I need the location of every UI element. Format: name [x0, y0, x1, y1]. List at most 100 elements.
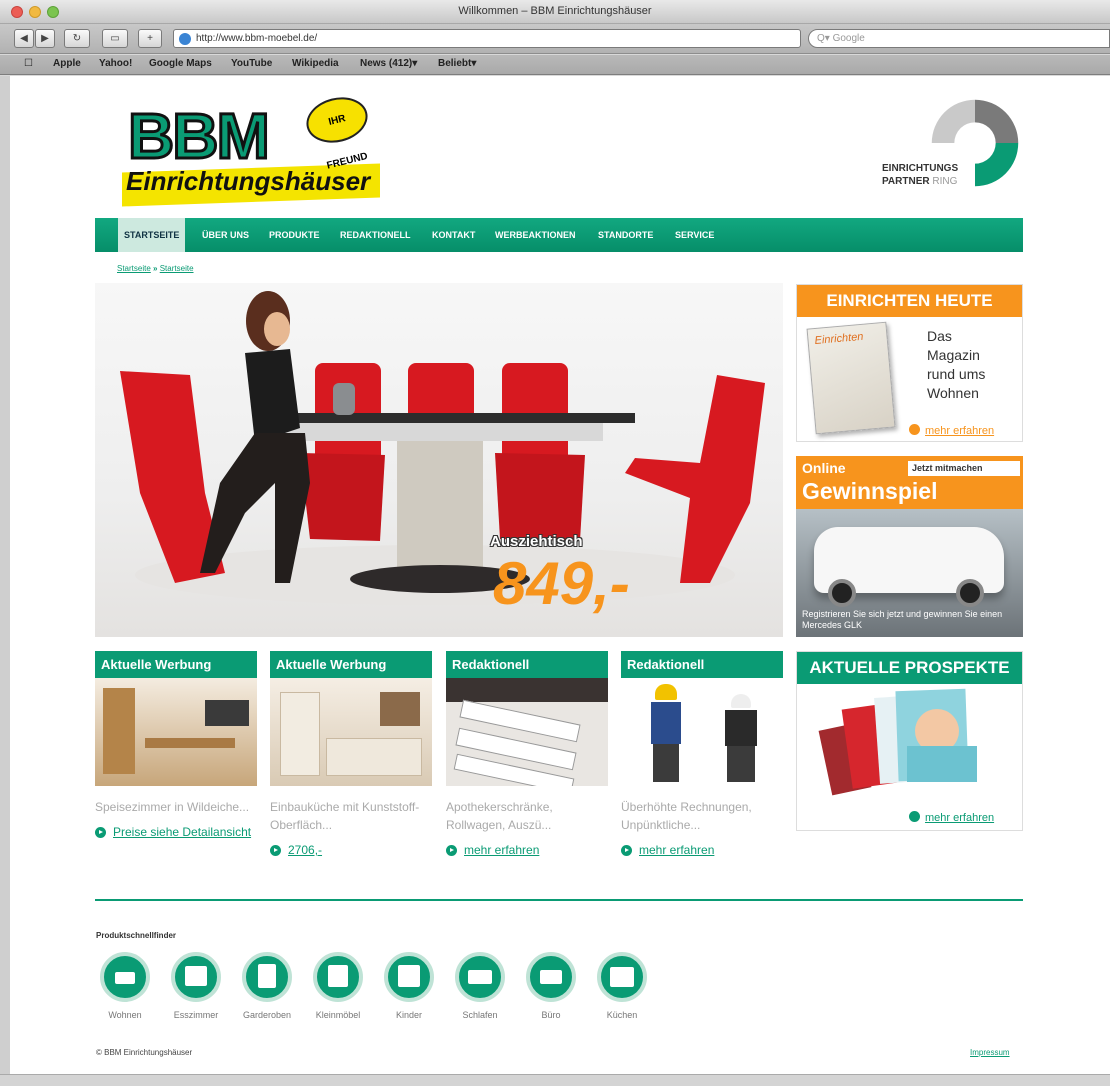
logo-subtitle: Einrichtungshäuser: [126, 166, 371, 196]
nav-startseite[interactable]: STARTSEITE: [118, 218, 186, 252]
teaser-link[interactable]: Preise siehe Detailansicht: [95, 824, 257, 841]
nav-standorte[interactable]: STANDORTE: [592, 218, 659, 252]
nav-service[interactable]: SERVICE: [669, 218, 720, 252]
teaser-link[interactable]: 2706,-: [270, 842, 432, 859]
bookmark-apple[interactable]: Apple: [53, 58, 81, 69]
teaser-card[interactable]: Aktuelle Werbung Speisezimmer in Wildeic…: [95, 651, 257, 841]
main-nav: STARTSEITE ÜBER UNS PRODUKTE REDAKTIONEL…: [95, 218, 1023, 252]
window-edge: [0, 76, 10, 1074]
product-finder-garderoben[interactable]: Garderoben: [237, 952, 297, 1020]
nav-produkte[interactable]: PRODUKTE: [263, 218, 326, 252]
hero-price: 849,-: [493, 550, 630, 617]
dining-table-icon: [171, 952, 221, 1002]
window-title: Willkommen – BBM Einrichtungshäuser: [458, 5, 652, 17]
gewinnspiel-banner[interactable]: Online Jetzt mitmachen Gewinnspiel Regis…: [796, 456, 1023, 637]
add-bookmark-button[interactable]: +: [138, 29, 162, 48]
partner-text: EINRICHTUNGS PARTNER RING: [882, 162, 958, 188]
arrow-circle-icon: [446, 845, 457, 856]
sofa-icon: [100, 952, 150, 1002]
einrichtungspartnerring-logo[interactable]: EINRICHTUNGS PARTNER RING: [880, 96, 1026, 194]
gewinnspiel-online: Online: [802, 460, 846, 476]
drawers-image: [446, 678, 608, 786]
nav-kontakt[interactable]: KONTAKT: [426, 218, 481, 252]
reload-button[interactable]: ↻: [64, 29, 90, 48]
teaser-desc: Überhöhte Rechnungen, Unpünktliche...: [621, 800, 752, 832]
kitchen-icon: [597, 952, 647, 1002]
teaser-link-label: 2706,-: [288, 843, 323, 857]
product-finder-kleinmoebel[interactable]: Kleinmöbel: [308, 952, 368, 1020]
screen-icon[interactable]: ▭: [102, 29, 128, 48]
bookmark-google-maps[interactable]: Google Maps: [149, 58, 212, 69]
aktuelle-prospekte-box[interactable]: AKTUELLE PROSPEKTE mehr erfahren: [796, 651, 1023, 831]
product-finder-kinder[interactable]: Kinder: [379, 952, 439, 1020]
teaser-link[interactable]: mehr erfahren: [446, 842, 608, 859]
prospekte-more-label: mehr erfahren: [925, 812, 995, 824]
teaser-desc: Speisezimmer in Wildeiche...: [95, 800, 250, 814]
teaser-head: Redaktionell: [446, 651, 608, 678]
prospekte-brochures-image: [818, 688, 977, 796]
teaser-link-label: mehr erfahren: [464, 843, 540, 857]
arrow-circle-icon: [909, 424, 920, 435]
wardrobe-icon: [242, 952, 292, 1002]
einrichten-heute-box[interactable]: EINRICHTEN HEUTE Einrichten Das Magazin …: [796, 284, 1023, 442]
product-finder-buero[interactable]: Büro: [521, 952, 581, 1020]
jetzt-mitmachen-badge[interactable]: Jetzt mitmachen: [908, 461, 1020, 476]
teaser-link[interactable]: mehr erfahren: [621, 842, 783, 859]
product-finder-wohnen[interactable]: Wohnen: [95, 952, 155, 1020]
einrichten-heute-title: EINRICHTEN HEUTE: [797, 285, 1022, 317]
reading-list-icon[interactable]: ☐: [24, 58, 33, 69]
logo-main-text: BBM: [127, 100, 272, 172]
breadcrumb-separator: »: [153, 264, 158, 273]
product-finder-label: Esszimmer: [173, 1010, 219, 1020]
section-divider: [95, 899, 1023, 901]
mercedes-car-image: Registrieren Sie sich jetzt und gewinnen…: [796, 509, 1023, 637]
smiley-badge-icon: IHR FREUND: [301, 91, 373, 172]
einrichten-more-link[interactable]: mehr erfahren: [909, 421, 994, 439]
teaser-card[interactable]: Redaktionell Apothekerschränke, Rollwage…: [446, 651, 608, 859]
partner-line-2: PARTNER: [882, 176, 930, 187]
prospekte-more-link[interactable]: mehr erfahren: [909, 808, 994, 826]
einrichten-more-label: mehr erfahren: [925, 425, 995, 437]
nav-redaktionell[interactable]: REDAKTIONELL: [334, 218, 417, 252]
nav-werbeaktionen[interactable]: WERBEAKTIONEN: [489, 218, 582, 252]
partner-ring-word: RING: [932, 176, 958, 187]
globe-icon: [179, 33, 191, 45]
teaser-card[interactable]: Redaktionell Überhöhte Rechnungen, Unpün…: [621, 651, 783, 859]
breadcrumb-home[interactable]: Startseite: [117, 264, 151, 273]
bookmark-beliebt[interactable]: Beliebt▾: [438, 58, 476, 69]
gewinnspiel-title: Gewinnspiel: [802, 478, 938, 504]
magazine-cover-image: Einrichten: [806, 321, 896, 435]
hero-product-label: Ausziehtisch: [490, 533, 583, 550]
product-finder-schlafen[interactable]: Schlafen: [450, 952, 510, 1020]
footer-impressum-link[interactable]: Impressum: [970, 1048, 1010, 1057]
product-finder-esszimmer[interactable]: Esszimmer: [166, 952, 226, 1020]
bookmark-wikipedia[interactable]: Wikipedia: [292, 58, 339, 69]
url-text: http://www.bbm-moebel.de/: [196, 33, 318, 44]
kids-room-icon: [384, 952, 434, 1002]
window-titlebar: Willkommen – BBM Einrichtungshäuser: [0, 0, 1110, 24]
nav-ueber-uns[interactable]: ÜBER UNS: [196, 218, 255, 252]
bookmark-yahoo[interactable]: Yahoo!: [99, 58, 132, 69]
hero-banner[interactable]: Ausziehtisch 849,-: [95, 283, 783, 637]
search-field[interactable]: Q▾ Google: [808, 29, 1110, 48]
product-finder-kuechen[interactable]: Küchen: [592, 952, 652, 1020]
bed-icon: [455, 952, 505, 1002]
breadcrumb: Startseite » Startseite: [117, 264, 194, 273]
breadcrumb-current[interactable]: Startseite: [160, 264, 194, 273]
teaser-head: Redaktionell: [621, 651, 783, 678]
product-finder-label: Garderoben: [242, 1010, 292, 1020]
bookmark-youtube[interactable]: YouTube: [231, 58, 272, 69]
desk-icon: [526, 952, 576, 1002]
forward-button[interactable]: ▶: [35, 29, 55, 48]
teaser-link-label: Preise siehe Detailansicht: [113, 825, 252, 839]
back-button[interactable]: ◀: [14, 29, 34, 48]
dining-set-illustration: [120, 291, 765, 605]
cabinet-icon: [313, 952, 363, 1002]
address-bar[interactable]: http://www.bbm-moebel.de/: [173, 29, 801, 48]
bookmark-news[interactable]: News (412)▾: [360, 58, 417, 69]
car-wheel: [828, 579, 856, 607]
bbm-logo[interactable]: BBM IHR FREUND Einrichtungshäuser: [122, 91, 384, 207]
partner-line-1: EINRICHTUNGS: [882, 163, 959, 174]
teaser-card[interactable]: Aktuelle Werbung Einbauküche mit Kunstst…: [270, 651, 432, 859]
bookmarks-bar: ☐ Apple Yahoo! Google Maps YouTube Wikip…: [0, 55, 1110, 75]
